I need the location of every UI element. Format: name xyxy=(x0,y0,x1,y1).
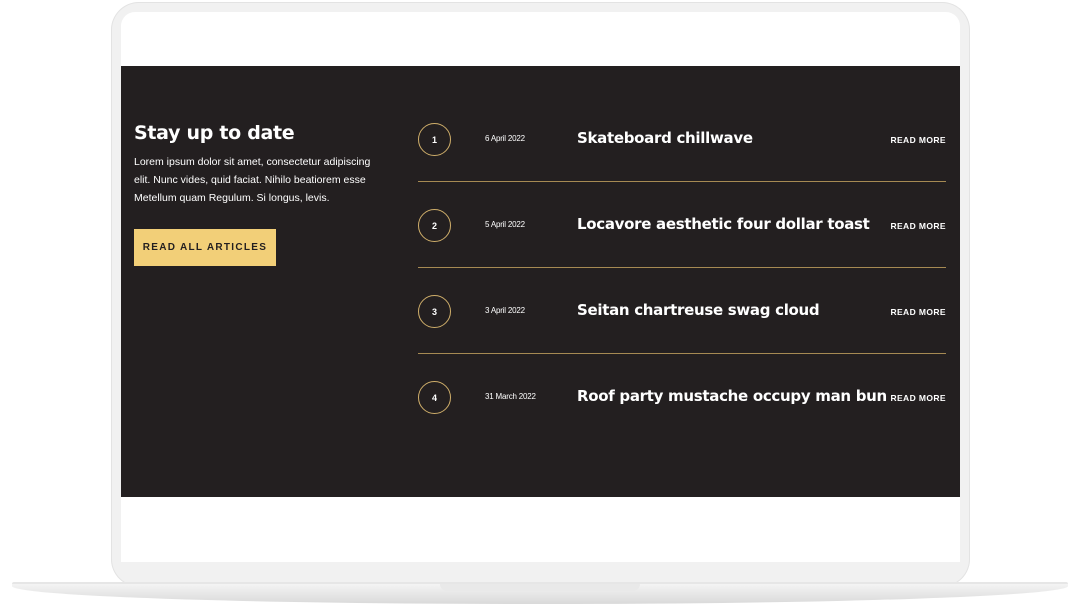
article-row: 3 3 April 2022 Seitan chartreuse swag cl… xyxy=(418,268,946,354)
read-more-link[interactable]: READ MORE xyxy=(890,307,946,317)
article-date: 5 April 2022 xyxy=(485,220,525,229)
article-number-badge: 4 xyxy=(418,381,451,414)
article-date: 6 April 2022 xyxy=(485,134,525,143)
article-title-link[interactable]: Seitan chartreuse swag cloud xyxy=(577,301,820,319)
article-number-badge: 2 xyxy=(418,209,451,242)
article-number-badge: 1 xyxy=(418,123,451,156)
articles-section: Stay up to date Lorem ipsum dolor sit am… xyxy=(121,66,960,497)
article-title-link[interactable]: Roof party mustache occupy man bun xyxy=(577,387,887,405)
article-list: 1 6 April 2022 Skateboard chillwave READ… xyxy=(418,66,946,440)
section-heading: Stay up to date xyxy=(134,122,295,144)
intro-block: Stay up to date Lorem ipsum dolor sit am… xyxy=(134,121,384,207)
article-date: 31 March 2022 xyxy=(485,392,536,401)
read-more-link[interactable]: READ MORE xyxy=(890,221,946,231)
article-date: 3 April 2022 xyxy=(485,306,525,315)
article-row: 1 6 April 2022 Skateboard chillwave READ… xyxy=(418,96,946,182)
article-title-link[interactable]: Skateboard chillwave xyxy=(577,129,753,147)
read-more-link[interactable]: READ MORE xyxy=(890,393,946,403)
laptop-screen: Stay up to date Lorem ipsum dolor sit am… xyxy=(121,12,960,562)
read-all-articles-button[interactable]: READ ALL ARTICLES xyxy=(134,229,276,266)
article-number-badge: 3 xyxy=(418,295,451,328)
laptop-notch xyxy=(440,584,640,591)
article-title-link[interactable]: Locavore aesthetic four dollar toast xyxy=(577,215,870,233)
section-description: Lorem ipsum dolor sit amet, consectetur … xyxy=(134,156,371,204)
article-row: 4 31 March 2022 Roof party mustache occu… xyxy=(418,354,946,440)
read-more-link[interactable]: READ MORE xyxy=(890,135,946,145)
article-row: 2 5 April 2022 Locavore aesthetic four d… xyxy=(418,182,946,268)
